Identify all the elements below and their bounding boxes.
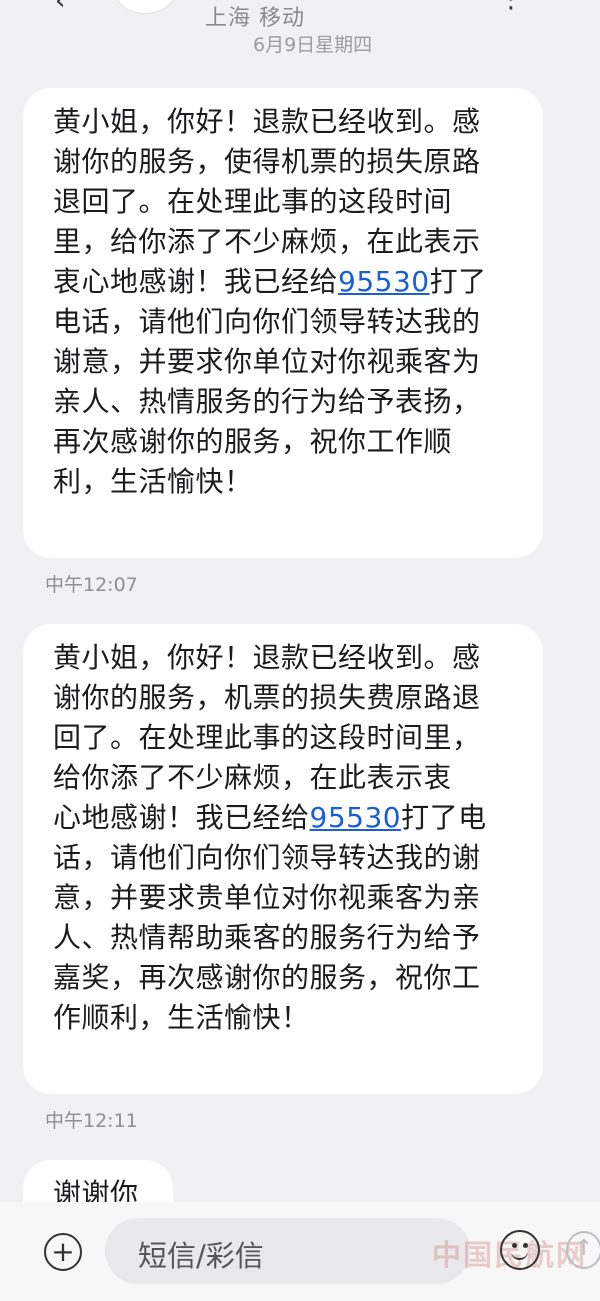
- contact-avatar[interactable]: [115, 0, 175, 14]
- message-line: 黄小姐，你好！退款已经收到。感: [53, 641, 481, 674]
- message-line: 谢你的服务，使得机票的损失原路: [53, 145, 481, 178]
- message-line: 谢意，并要求你单位对你视乘客为: [53, 345, 481, 378]
- message-line: 话，请他们向你们领导转达我的谢: [53, 841, 481, 874]
- message-line: 再次感谢你的服务，祝你工作顺: [53, 425, 453, 458]
- message-bubble[interactable]: 黄小姐，你好！退款已经收到。感 谢你的服务，使得机票的损失原路 退回了。在处理此…: [23, 88, 543, 558]
- message-timestamp: 中午12:11: [45, 1110, 138, 1132]
- message-line: 电话，请他们向你们领导转达我的: [53, 305, 481, 338]
- message-line: 作顺利，生活愉快！: [53, 1001, 310, 1034]
- message-line: 给你添了不少麻烦，在此表示衷: [53, 761, 453, 794]
- arrow-up-icon: ↑: [574, 1236, 594, 1261]
- message-text: 打了: [429, 265, 487, 298]
- carrier-location-label: 上海 移动: [205, 6, 305, 31]
- message-line: 心地感谢！我已经给95530打了电: [53, 798, 515, 838]
- message-line: 黄小姐，你好！退款已经收到。感: [53, 105, 481, 138]
- message-line: 回了。在处理此事的这段时间里，: [53, 721, 481, 754]
- message-line: 谢你的服务，机票的损失费原路退: [53, 681, 481, 714]
- phone-number-link[interactable]: 95530: [338, 265, 430, 298]
- message-input-placeholder: 短信/彩信: [138, 1239, 264, 1273]
- smiley-icon: [512, 1243, 517, 1248]
- conversation-header: ‹ ⋮ 上海 移动 6月9日星期四: [0, 0, 600, 60]
- message-line: 嘉奖，再次感谢你的服务，祝你工: [53, 961, 481, 994]
- emoji-button[interactable]: [500, 1230, 540, 1270]
- message-bubble[interactable]: 黄小姐，你好！退款已经收到。感 谢你的服务，机票的损失费原路退 回了。在处理此事…: [23, 624, 543, 1094]
- message-text: 心地感谢！我已经给: [53, 801, 310, 834]
- message-line: 人、热情帮助乘客的服务行为给予: [53, 921, 481, 954]
- add-attachment-button[interactable]: +: [44, 1233, 82, 1271]
- message-text: 打了电: [401, 801, 487, 834]
- date-separator: 6月9日星期四: [253, 34, 373, 56]
- smiley-icon: [511, 1249, 528, 1260]
- phone-number-link[interactable]: 95530: [310, 801, 402, 834]
- message-text: 衷心地感谢！我已经给: [53, 265, 339, 298]
- message-line: 亲人、热情服务的行为给予表扬，: [53, 385, 481, 418]
- message-line: 利，生活愉快！: [53, 465, 253, 498]
- more-options-icon[interactable]: ⋮: [498, 0, 524, 14]
- message-line: 里，给你添了不少麻烦，在此表示: [53, 225, 481, 258]
- smiley-icon: [523, 1243, 528, 1248]
- message-timestamp: 中午12:07: [45, 574, 138, 596]
- message-line: 退回了。在处理此事的这段时间: [53, 185, 453, 218]
- message-line: 意，并要求贵单位对你视乘客为亲: [53, 881, 481, 914]
- plus-icon: +: [51, 1235, 75, 1268]
- back-icon[interactable]: ‹: [55, 0, 65, 16]
- message-input[interactable]: 短信/彩信: [105, 1218, 470, 1284]
- message-line: 衷心地感谢！我已经给95530打了: [53, 262, 515, 302]
- send-button[interactable]: ↑: [566, 1231, 600, 1269]
